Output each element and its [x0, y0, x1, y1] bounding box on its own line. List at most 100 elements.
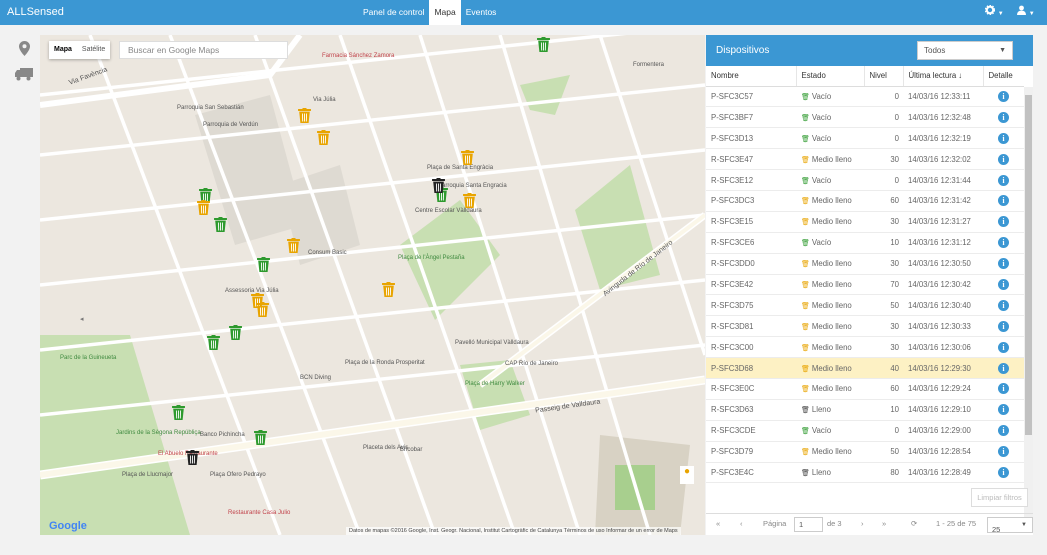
- truck-icon[interactable]: [8, 68, 40, 84]
- info-icon[interactable]: i: [998, 153, 1009, 165]
- device-name: P-SFC3D68: [706, 357, 796, 379]
- user-menu[interactable]: ▼: [1017, 5, 1035, 18]
- table-row[interactable]: R-SFC3E42 🗑 Medio lleno 70 14/03/16 12:30:42…: [706, 274, 1024, 296]
- info-icon[interactable]: i: [998, 404, 1009, 416]
- next-page-icon[interactable]: ›: [861, 519, 864, 528]
- info-icon[interactable]: i: [998, 425, 1009, 437]
- map-type-mapa-button[interactable]: Mapa: [49, 41, 77, 59]
- info-icon[interactable]: i: [998, 341, 1009, 353]
- info-icon[interactable]: i: [998, 299, 1009, 311]
- info-icon[interactable]: i: [998, 111, 1009, 123]
- device-name: R-SFC3E15: [706, 211, 796, 233]
- device-level: 50: [864, 294, 903, 317]
- trash-icon: 🗑: [801, 428, 810, 436]
- detail-cell: i: [983, 190, 1024, 212]
- table-row[interactable]: R-SFC3DD0 🗑 Medio lleno 30 14/03/16 12:30:50…: [706, 253, 1024, 275]
- prev-page-icon[interactable]: ‹: [740, 519, 743, 528]
- info-icon[interactable]: i: [998, 237, 1009, 249]
- table-row[interactable]: P-SFC3BF7 🗑 Vacío 0 14/03/16 12:32:48 i: [706, 106, 1024, 129]
- map-view[interactable]: Farmacia Sánchez Zamora Formentera Parro…: [40, 35, 705, 535]
- scrollbar-thumb[interactable]: [1025, 95, 1032, 435]
- detail-cell: i: [983, 378, 1024, 400]
- table-row[interactable]: P-SFC3E4C 🗑 Lleno 80 14/03/16 12:28:49 i: [706, 462, 1024, 484]
- app-brand[interactable]: ALLSensed: [7, 6, 64, 18]
- device-level: 80: [864, 462, 903, 484]
- device-status-label: Medio lleno: [811, 196, 852, 206]
- table-row[interactable]: R-SFC3E12 🗑 Vacío 0 14/03/16 12:31:44 i: [706, 169, 1024, 191]
- col-nombre[interactable]: Nombre: [706, 66, 797, 87]
- trash-icon: 🗑: [801, 198, 810, 206]
- table-row[interactable]: P-SFC3D68 🗑 Medio lleno 40 14/03/16 12:29:30…: [706, 357, 1024, 379]
- trash-icon: 🗑: [801, 344, 810, 352]
- trash-icon: 🗑: [801, 469, 810, 477]
- map-search-input[interactable]: [119, 41, 288, 59]
- map-type-satelite-button[interactable]: Satélite: [77, 41, 110, 59]
- device-level: 50: [864, 441, 903, 463]
- table-row[interactable]: R-SFC3CE6 🗑 Vacío 10 14/03/16 12:31:12 i: [706, 232, 1024, 254]
- device-level: 10: [864, 232, 903, 254]
- nav-panel-de-control[interactable]: Panel de control: [358, 0, 429, 25]
- device-name: P-SFC3BF7: [706, 106, 796, 129]
- info-icon[interactable]: i: [998, 466, 1009, 478]
- col-nivel[interactable]: Nivel: [864, 66, 904, 87]
- table-row[interactable]: R-SFC3D75 🗑 Medio lleno 50 14/03/16 12:30:40…: [706, 294, 1024, 317]
- status-filter-select[interactable]: Todos ▼: [917, 41, 1013, 60]
- map-pin-icon[interactable]: [8, 41, 40, 59]
- device-name: P-SFC3D79: [706, 441, 796, 463]
- device-name: P-SFC3E4C: [706, 462, 796, 484]
- detail-cell: i: [983, 420, 1024, 442]
- device-name: P-SFC3C57: [706, 86, 796, 108]
- table-row[interactable]: R-SFC3CDE 🗑 Vacío 0 14/03/16 12:29:00 i: [706, 420, 1024, 442]
- col-estado[interactable]: Estado: [796, 66, 865, 87]
- info-icon[interactable]: i: [998, 383, 1009, 395]
- table-row[interactable]: R-SFC3D81 🗑 Medio lleno 30 14/03/16 12:30:33…: [706, 315, 1024, 338]
- table-row[interactable]: P-SFC3DC3 🗑 Medio lleno 60 14/03/16 12:31:42…: [706, 190, 1024, 212]
- info-icon[interactable]: i: [998, 216, 1009, 228]
- table-row[interactable]: R-SFC3D63 🗑 Lleno 10 14/03/16 12:29:10 i: [706, 399, 1024, 421]
- info-icon[interactable]: i: [998, 132, 1009, 144]
- pegman-icon[interactable]: ●: [680, 466, 694, 484]
- chevron-down-icon: ▼: [997, 11, 1004, 17]
- user-icon: [1017, 5, 1026, 15]
- table-scrollbar[interactable]: [1024, 87, 1033, 517]
- info-icon[interactable]: i: [998, 278, 1009, 290]
- table-row[interactable]: P-SFC3D13 🗑 Vacío 0 14/03/16 12:32:19 i: [706, 127, 1024, 150]
- device-level: 60: [864, 190, 903, 212]
- map-type-control: Mapa Satélite: [49, 41, 111, 59]
- table-row[interactable]: P-SFC3D79 🗑 Medio lleno 50 14/03/16 12:28:54…: [706, 441, 1024, 463]
- trash-icon: 🗑: [801, 93, 810, 101]
- device-status: 🗑 Vacío: [796, 86, 864, 108]
- info-icon[interactable]: i: [998, 446, 1009, 458]
- clear-filters-button[interactable]: Limpiar filtros: [971, 488, 1028, 507]
- last-page-icon[interactable]: »: [882, 519, 886, 528]
- table-row[interactable]: P-SFC3C57 🗑 Vacío 0 14/03/16 12:33:11 i: [706, 86, 1024, 108]
- refresh-icon[interactable]: ⟳: [911, 519, 917, 528]
- trash-icon: 🗑: [801, 240, 810, 248]
- info-icon[interactable]: i: [998, 174, 1009, 186]
- page-size-select[interactable]: 25 ▼: [987, 517, 1033, 534]
- info-icon[interactable]: i: [998, 195, 1009, 207]
- info-icon[interactable]: i: [998, 320, 1009, 332]
- device-name: R-SFC3E12: [706, 169, 796, 191]
- table-row[interactable]: R-SFC3E47 🗑 Medio lleno 30 14/03/16 12:32:02…: [706, 148, 1024, 171]
- settings-menu[interactable]: ▼: [984, 4, 1004, 18]
- info-icon[interactable]: i: [998, 258, 1009, 270]
- device-name: R-SFC3CE6: [706, 232, 796, 254]
- col-ultima-lectura[interactable]: Última lectura ↓: [903, 66, 984, 87]
- nav-eventos[interactable]: Eventos: [461, 0, 502, 25]
- table-row[interactable]: R-SFC3E0C 🗑 Medio lleno 60 14/03/16 12:29:24…: [706, 378, 1024, 400]
- device-name: R-SFC3E47: [706, 148, 796, 171]
- table-row[interactable]: R-SFC3E15 🗑 Medio lleno 30 14/03/16 12:31:27…: [706, 211, 1024, 233]
- table-row[interactable]: R-SFC3C00 🗑 Medio lleno 30 14/03/16 12:30:06…: [706, 336, 1024, 359]
- device-name: R-SFC3DD0: [706, 253, 796, 275]
- nav-mapa[interactable]: Mapa: [429, 0, 461, 25]
- device-level: 30: [864, 253, 903, 275]
- info-icon[interactable]: i: [998, 90, 1009, 102]
- collapse-left-arrow-icon[interactable]: ◂: [80, 315, 84, 323]
- first-page-icon[interactable]: «: [716, 519, 720, 528]
- device-level: 0: [864, 86, 903, 108]
- page-number-input[interactable]: 1: [794, 517, 823, 532]
- device-last-reading: 14/03/16 12:29:00: [903, 420, 983, 442]
- info-icon[interactable]: i: [998, 362, 1009, 374]
- device-level: 60: [864, 378, 903, 400]
